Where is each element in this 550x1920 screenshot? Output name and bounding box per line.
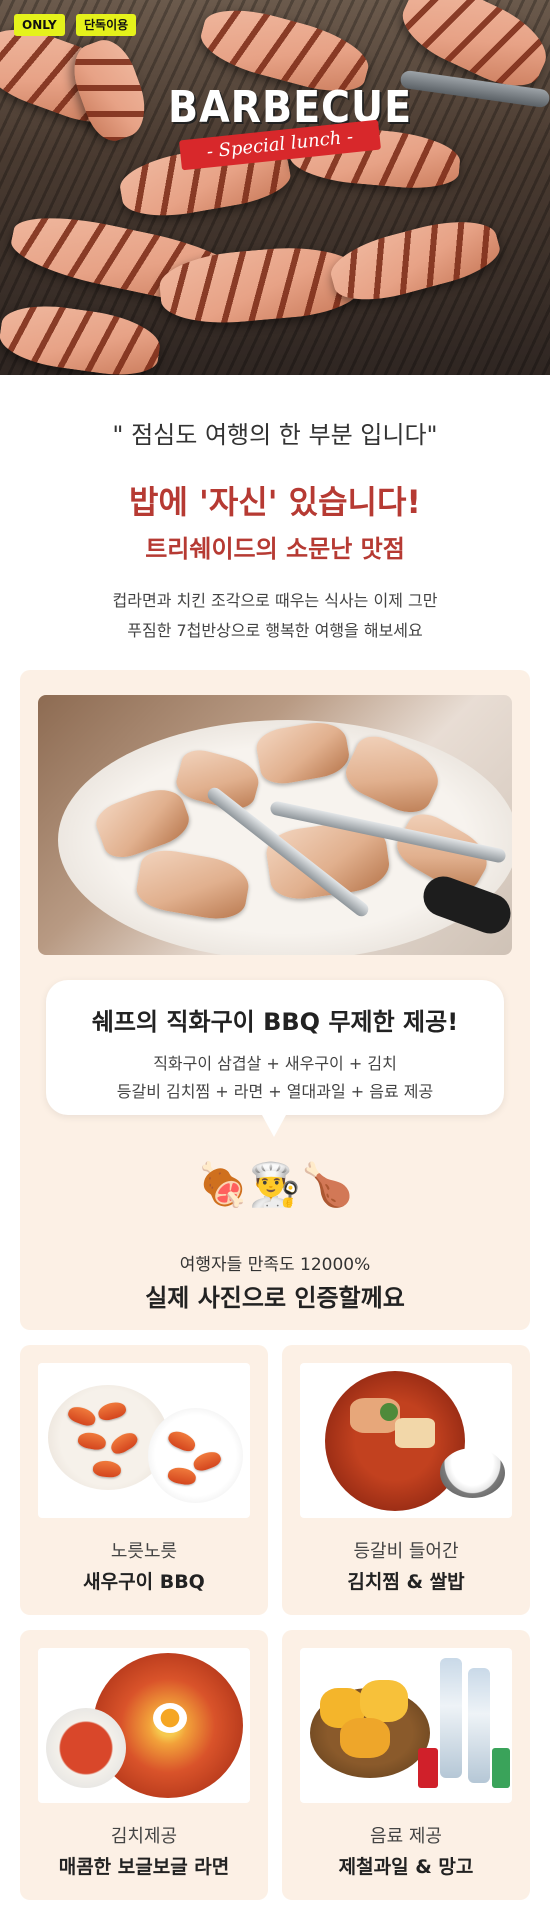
beer-bottle xyxy=(440,1658,462,1778)
bubble-menu-line1: 직화구이 삼겹살 + 새우구이 + 김치 xyxy=(153,1054,397,1073)
barbecue-logo: BARBECUE - Special lunch - xyxy=(160,82,411,172)
chef-bbq-card: 쉐프의 직화구이 BBQ 무제한 제공! 직화구이 삼겹살 + 새우구이 + 김… xyxy=(20,670,530,1330)
speech-bubble: 쉐프의 직화구이 BBQ 무제한 제공! 직화구이 삼겹살 + 새우구이 + 김… xyxy=(46,980,504,1115)
grilled-pork-slice xyxy=(325,209,505,311)
menu-card-fruit: 음료 제공 제철과일 & 망고 xyxy=(282,1630,530,1900)
menu-card-title: 매콤한 보글보글 라면 xyxy=(58,1856,230,1878)
bbq-plate-photo xyxy=(38,695,512,955)
fruit-and-drinks-image xyxy=(300,1648,512,1803)
egg-yolk xyxy=(153,1703,187,1733)
soda-can xyxy=(492,1748,510,1788)
only-badge: ONLY xyxy=(14,14,65,36)
exclusive-use-badge: 단독이용 xyxy=(76,14,137,36)
stew-tofu xyxy=(395,1418,435,1448)
ramen-image xyxy=(38,1648,250,1803)
satisfaction-text: 여행자들 만족도 12000% xyxy=(179,1255,371,1275)
bubble-title: 쉐프의 직화구이 BBQ 무제한 제공! xyxy=(91,1008,459,1036)
menu-card-title: 김치찜 & 쌀밥 xyxy=(347,1571,465,1593)
menu-card-subtitle: 음료 제공 xyxy=(370,1826,442,1847)
chef-emoji-row: 🍖👨‍🍳🍗 xyxy=(196,1160,354,1209)
mango xyxy=(360,1680,408,1722)
rice-bowl xyxy=(440,1448,505,1498)
menu-card-kimchi-stew: 등갈비 들어간 김치찜 & 쌀밥 xyxy=(282,1345,530,1615)
mango xyxy=(340,1718,390,1758)
intro-section: " 점심도 여행의 한 부분 입니다" 밥에 '자신' 있습니다! 트리쉐이드의… xyxy=(0,375,550,665)
intro-headline: 밥에 '자신' 있습니다! xyxy=(129,483,421,521)
kimchi-dish xyxy=(46,1708,126,1788)
intro-subheadline: 트리쉐이드의 소문난 맛점 xyxy=(145,535,405,563)
kimchi-stew-image xyxy=(300,1363,512,1518)
shrimp-plate xyxy=(148,1408,243,1503)
bubble-tail xyxy=(262,1115,286,1137)
menu-card-subtitle: 김치제공 xyxy=(110,1826,178,1847)
intro-desc-line2: 푸짐한 7첩반상으로 행복한 여행을 해보세요 xyxy=(127,621,423,640)
menu-card-shrimp: 노릇노릇 새우구이 BBQ xyxy=(20,1345,268,1615)
menu-card-subtitle: 노릇노릇 xyxy=(110,1541,178,1562)
hero-banner: ONLY 단독이용 BARBECUE - Special lunch - xyxy=(0,0,550,375)
intro-quote: " 점심도 여행의 한 부분 입니다" xyxy=(112,421,438,449)
menu-card-title: 새우구이 BBQ xyxy=(83,1571,205,1593)
menu-card-subtitle: 등갈비 들어간 xyxy=(353,1541,459,1562)
cola-can xyxy=(418,1748,438,1788)
beer-bottle xyxy=(468,1668,490,1783)
stew-greens xyxy=(380,1403,398,1421)
intro-desc-line1: 컵라면과 치킨 조각으로 때우는 식사는 이제 그만 xyxy=(112,591,438,610)
menu-card-title: 제철과일 & 망고 xyxy=(338,1856,474,1878)
grilled-pork-slice xyxy=(0,299,164,375)
bubble-menu-line2: 등갈비 김치찜 + 라면 + 열대과일 + 음료 제공 xyxy=(116,1082,434,1101)
photo-proof-title: 실제 사진으로 인증할께요 xyxy=(145,1284,405,1312)
shrimp-bbq-image xyxy=(38,1363,250,1518)
menu-card-ramen: 김치제공 매콤한 보글보글 라면 xyxy=(20,1630,268,1900)
